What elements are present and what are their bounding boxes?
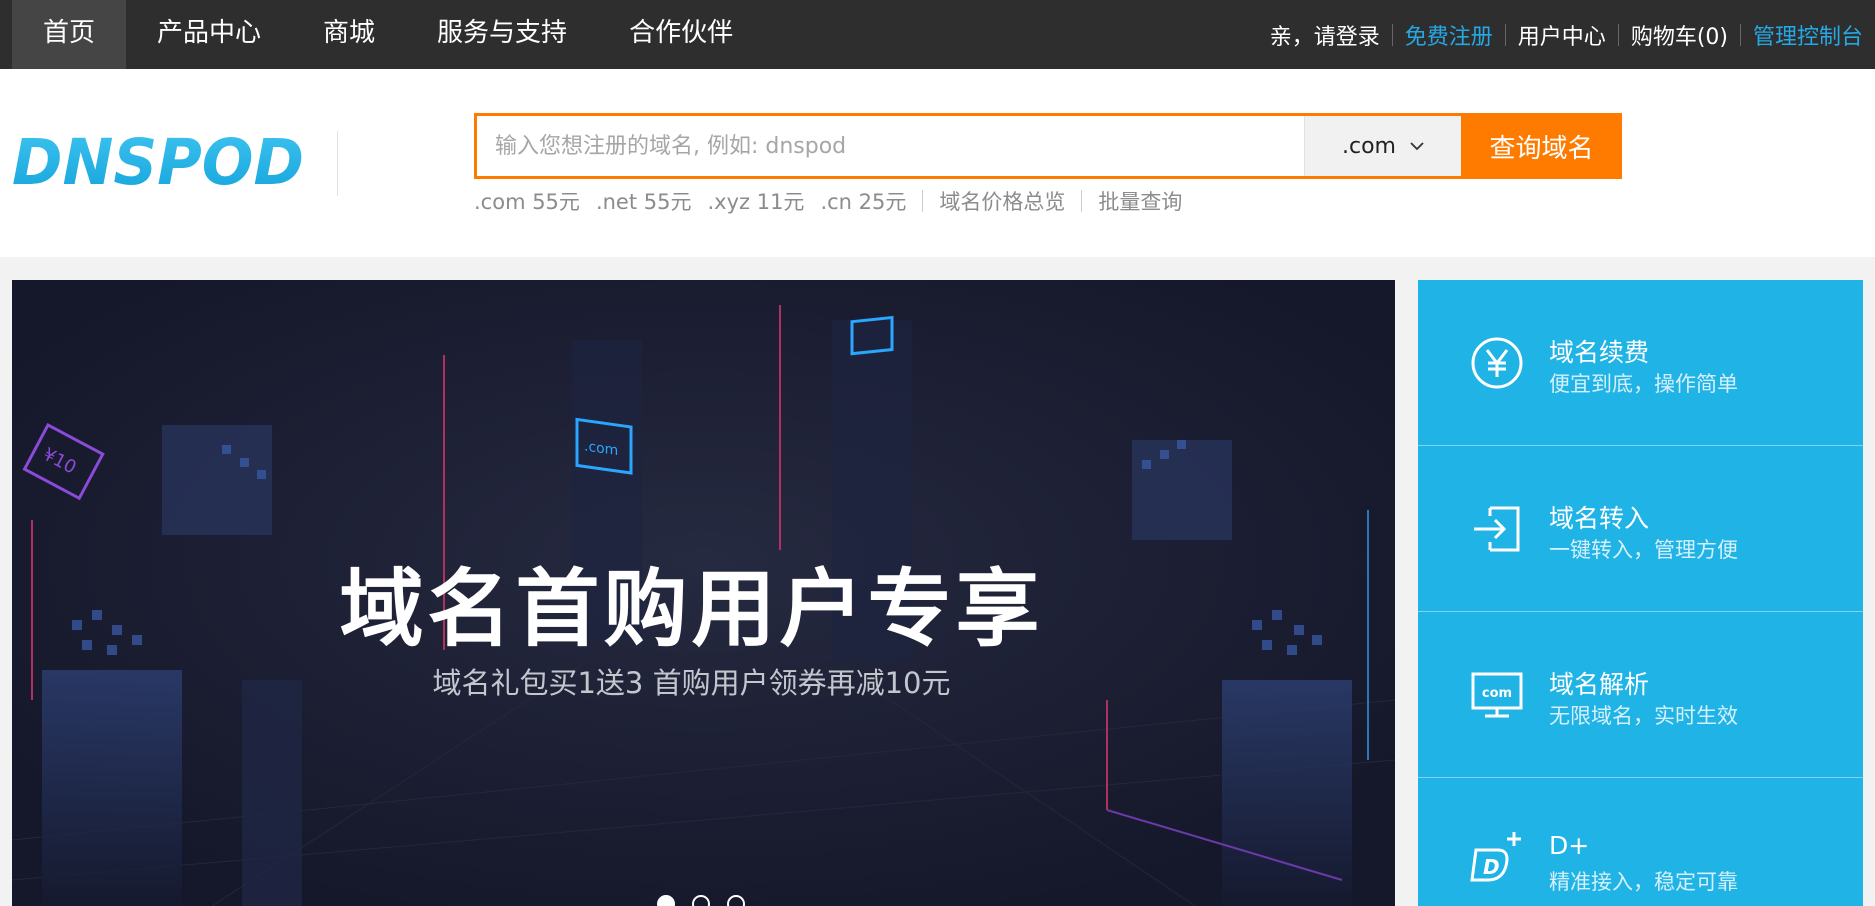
service-title: 域名解析 xyxy=(1549,670,1650,699)
service-title: D+ xyxy=(1549,831,1590,860)
service-transfer[interactable]: 域名转入 一键转入，管理方便 xyxy=(1418,446,1863,612)
d-plus-icon: D xyxy=(1470,832,1521,882)
svg-text:D: D xyxy=(1483,855,1500,879)
domain-search-bar: .com 查询域名 xyxy=(474,113,1622,179)
domain-suffix-select[interactable]: .com xyxy=(1304,116,1461,176)
carousel-dot[interactable] xyxy=(657,895,675,906)
nav-item-partners[interactable]: 合作伙伴 xyxy=(598,0,764,69)
logo-text: DNSPOD xyxy=(12,128,304,199)
price-overview-link[interactable]: 域名价格总览 xyxy=(939,186,1065,216)
banner-title: 域名首购用户专享 xyxy=(339,560,1044,658)
price-xyz[interactable]: .xyz 11元 xyxy=(707,186,804,216)
nav-item-home[interactable]: 首页 xyxy=(12,0,127,69)
service-title: 域名转入 xyxy=(1549,504,1650,533)
service-desc: 精准接入，稳定可靠 xyxy=(1549,870,1738,894)
nav-item-support[interactable]: 服务与支持 xyxy=(406,0,598,69)
top-navbar: 首页 产品中心 商城 服务与支持 合作伙伴 亲，请登录 免费注册 用户中心 购物… xyxy=(0,0,1875,69)
price-hints: .com 55元 .net 55元 .xyz 11元 .cn 25元 域名价格总… xyxy=(474,186,1198,216)
price-com[interactable]: .com 55元 xyxy=(474,186,580,216)
console-link[interactable]: 管理控制台 xyxy=(1741,19,1875,51)
cart-link[interactable]: 购物车(0) xyxy=(1619,19,1740,51)
user-center-link[interactable]: 用户中心 xyxy=(1506,19,1618,51)
com-monitor-icon: com xyxy=(1471,672,1523,718)
domain-search-input[interactable] xyxy=(477,116,1304,176)
dnspod-logo[interactable]: DNSPOD xyxy=(12,128,308,200)
nav-item-products[interactable]: 产品中心 xyxy=(126,0,292,69)
banner-subtitle: 域名礼包买1送3 首购用户领券再减10元 xyxy=(432,666,951,700)
nav-item-mall[interactable]: 商城 xyxy=(292,0,406,69)
promo-banner[interactable]: .com ¥10 域名首购用户专享 域名礼包买1送3 首购用户领券再减10元 xyxy=(12,280,1395,906)
price-cn[interactable]: .cn 25元 xyxy=(820,186,906,216)
logo-divider xyxy=(337,131,338,196)
suffix-value: .com xyxy=(1342,133,1396,159)
service-desc: 无限域名，实时生效 xyxy=(1549,704,1738,728)
service-renew[interactable]: 域名续费 便宜到底，操作简单 xyxy=(1418,280,1863,446)
login-link[interactable]: 亲，请登录 xyxy=(1258,19,1392,51)
divider xyxy=(1081,190,1083,212)
svg-text:com: com xyxy=(1482,686,1512,701)
transfer-in-icon xyxy=(1474,506,1520,552)
price-net[interactable]: .net 55元 xyxy=(596,186,692,216)
carousel-dot[interactable] xyxy=(692,895,710,906)
user-links: 亲，请登录 免费注册 用户中心 购物车(0) 管理控制台 xyxy=(1258,0,1875,69)
main-nav: 首页 产品中心 商城 服务与支持 合作伙伴 xyxy=(12,0,764,69)
carousel-dots xyxy=(657,895,762,906)
batch-query-link[interactable]: 批量查询 xyxy=(1098,186,1182,216)
service-dns[interactable]: com 域名解析 无限域名，实时生效 xyxy=(1418,612,1863,778)
register-link[interactable]: 免费注册 xyxy=(1393,19,1505,51)
divider xyxy=(922,190,924,212)
yen-icon xyxy=(1471,337,1523,389)
chevron-down-icon xyxy=(1410,141,1424,150)
header: DNSPOD .com 查询域名 .com 55元 .net 55元 .xyz … xyxy=(0,69,1875,257)
service-panel: 域名续费 便宜到底，操作简单 域名转入 一键转入，管理方便 com 域名解析 无… xyxy=(1418,280,1863,906)
service-title: 域名续费 xyxy=(1549,338,1650,367)
search-domain-button[interactable]: 查询域名 xyxy=(1461,113,1622,179)
service-desc: 便宜到底，操作简单 xyxy=(1549,372,1738,396)
service-desc: 一键转入，管理方便 xyxy=(1549,538,1738,562)
service-dplus[interactable]: D D+ 精准接入，稳定可靠 xyxy=(1418,778,1863,906)
carousel-dot[interactable] xyxy=(727,895,745,906)
